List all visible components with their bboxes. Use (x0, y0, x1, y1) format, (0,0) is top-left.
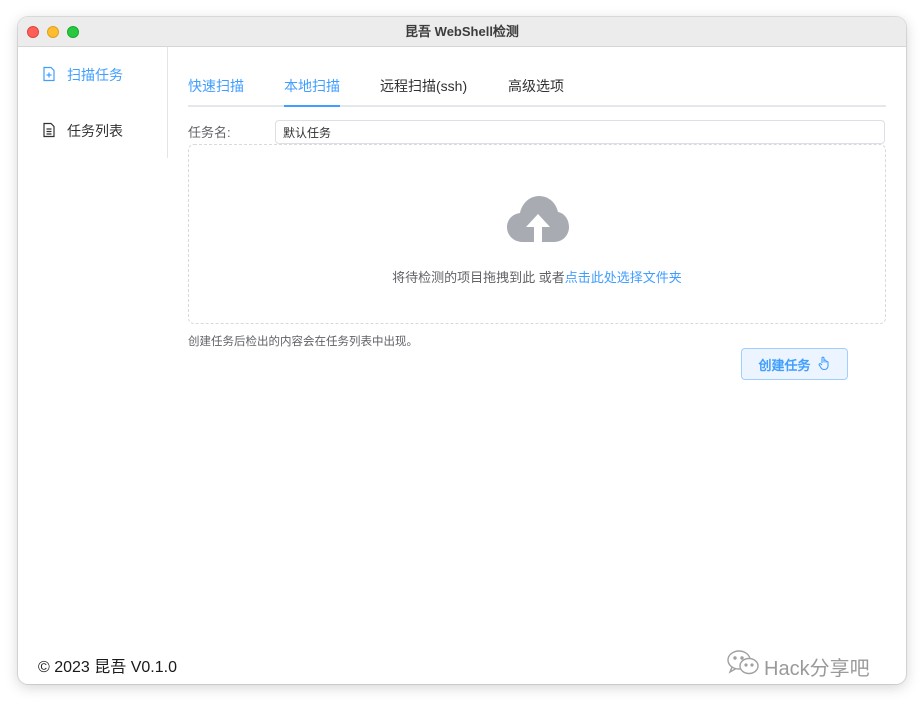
upload-dropzone[interactable]: 将待检测的项目拖拽到此 或者点击此处选择文件夹 (188, 144, 886, 324)
create-task-button[interactable]: 创建任务 (741, 348, 848, 380)
tab-local-scan[interactable]: 本地扫描 (284, 75, 340, 105)
title-bar: 昆吾 WebShell检测 (18, 17, 906, 47)
upload-text: 将待检测的项目拖拽到此 或者 (392, 270, 565, 285)
scan-tabs: 快速扫描 本地扫描 远程扫描(ssh) 高级选项 (188, 75, 886, 107)
sidebar-item-task-list[interactable]: 任务列表 (41, 121, 123, 141)
active-tab-indicator (284, 105, 340, 107)
watermark: Hack分享吧 (726, 649, 870, 683)
window-title: 昆吾 WebShell检测 (405, 24, 519, 39)
document-icon (41, 122, 67, 141)
sidebar-item-scan-task[interactable]: 扫描任务 (41, 65, 123, 85)
task-name-input[interactable] (275, 120, 885, 144)
copyright-footer: © 2023 昆吾 V0.1.0 (38, 659, 177, 676)
create-task-label: 创建任务 (758, 357, 811, 373)
sidebar: 扫描任务 任务列表 (18, 47, 168, 158)
sidebar-item-label: 任务列表 (67, 123, 123, 139)
tab-advanced-options[interactable]: 高级选项 (508, 75, 564, 105)
sidebar-item-label: 扫描任务 (67, 67, 123, 83)
wechat-icon (726, 649, 764, 683)
select-folder-link[interactable]: 点击此处选择文件夹 (565, 270, 682, 285)
tab-remote-scan[interactable]: 远程扫描(ssh) (380, 75, 467, 105)
task-name-label: 任务名: (188, 125, 231, 140)
watermark-text: Hack分享吧 (764, 657, 870, 680)
tab-quick-scan[interactable]: 快速扫描 (188, 75, 244, 105)
app-window: 昆吾 WebShell检测 扫描任务 任务列表 快速扫描 本地扫描 远程扫描(s… (18, 17, 906, 684)
document-add-icon (41, 66, 67, 85)
pointer-hand-icon (811, 356, 831, 373)
task-hint: 创建任务后检出的内容会在任务列表中出现。 (188, 336, 418, 348)
upload-instructions: 将待检测的项目拖拽到此 或者点击此处选择文件夹 (189, 267, 885, 286)
